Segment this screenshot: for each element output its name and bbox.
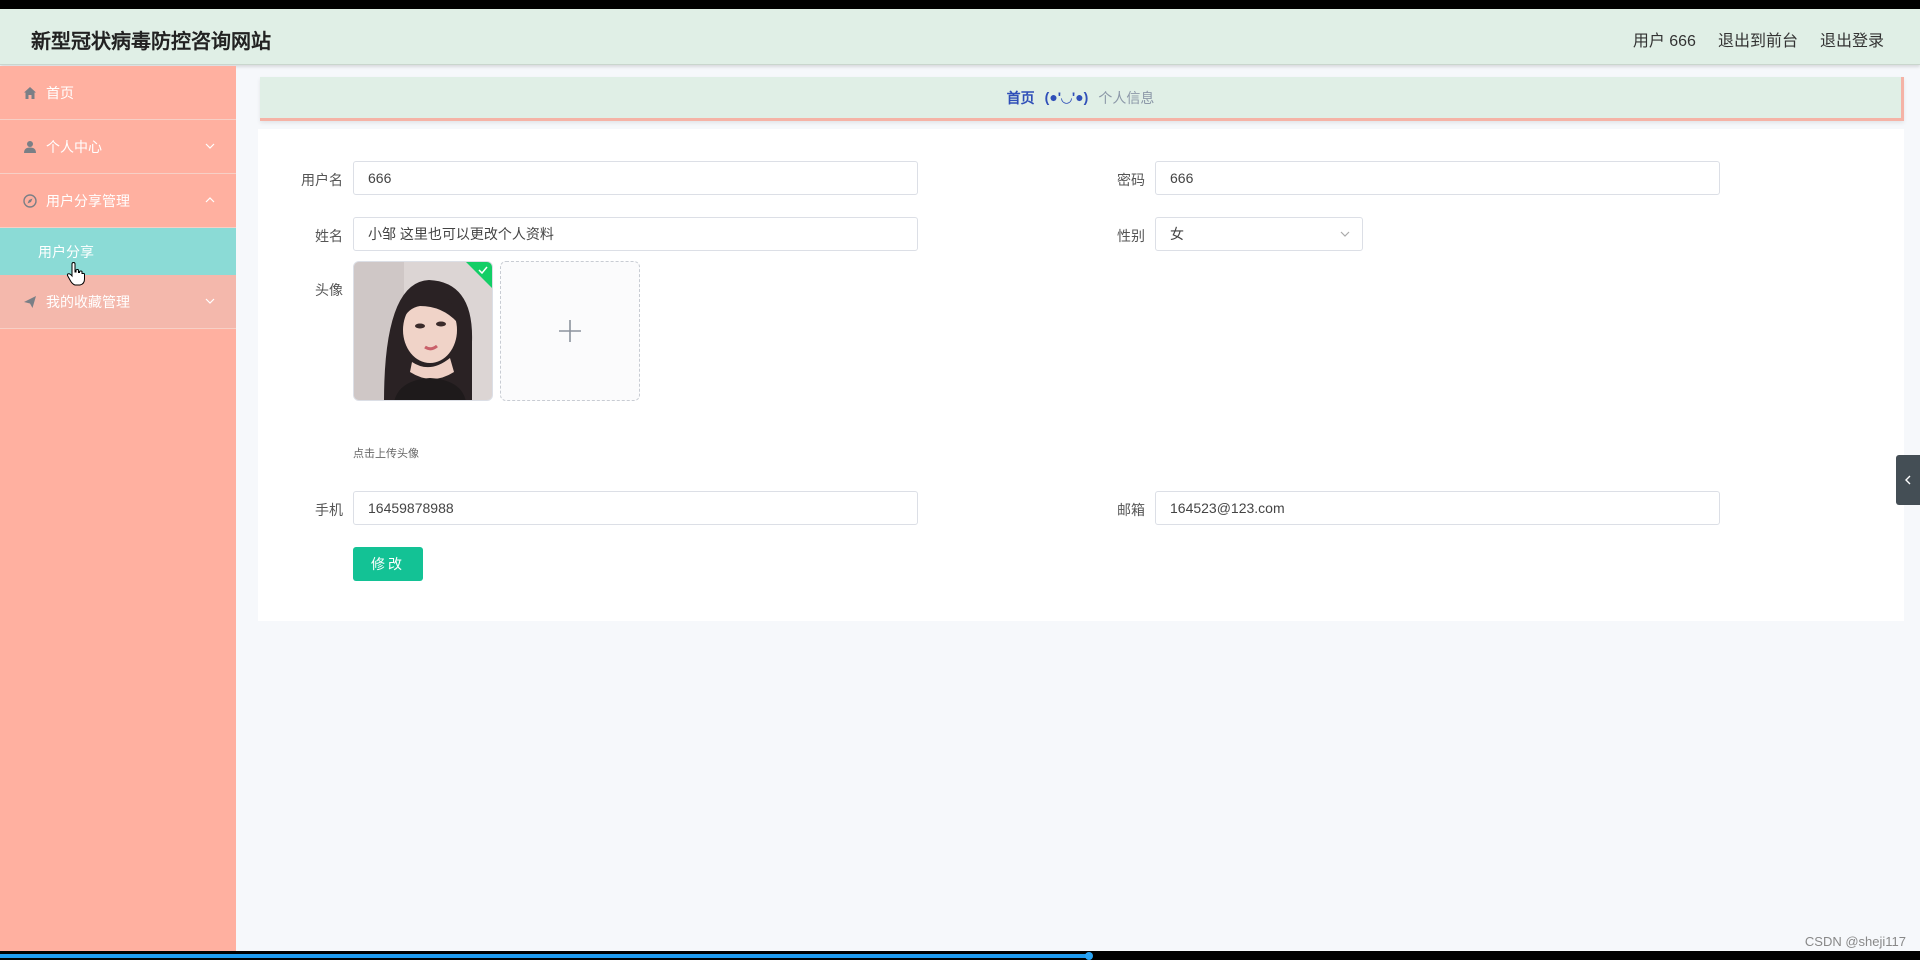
video-progress-bar[interactable] [0,951,1920,960]
profile-form: 用户名 666 密码 666 姓名 小邹 这里也可以更改个人资料 性别 女 头像 [258,129,1904,621]
current-user[interactable]: 用户 666 [1633,27,1696,51]
password-input[interactable]: 666 [1155,161,1720,195]
name-label: 姓名 [315,228,343,244]
phone-input[interactable]: 16459878988 [353,491,918,525]
breadcrumb-current: 个人信息 [1098,89,1155,106]
breadcrumb-home[interactable]: 首页 [1007,88,1035,108]
sidebar-item-profile[interactable]: 个人中心 [0,120,236,174]
logout-link[interactable]: 退出登录 [1820,27,1884,51]
chevron-down-icon [1340,231,1350,237]
send-icon [22,294,38,310]
site-title: 新型冠状病毒防控咨询网站 [31,31,271,53]
app-frame: 新型冠状病毒防控咨询网站 用户 666 退出到前台 退出登录 首页 个人中心 用… [0,9,1920,951]
avatar-label: 头像 [315,282,343,298]
email-input[interactable]: 164523@123.com [1155,491,1720,525]
gender-label: 性别 [1117,228,1145,244]
breadcrumb-separator: (●'◡'●) [1044,89,1089,105]
password-label: 密码 [1117,172,1145,188]
sidebar-item-share-manage[interactable]: 用户分享管理 [0,174,236,228]
sidebar-item-label: 我的收藏管理 [46,293,130,310]
upload-tip: 点击上传头像 [353,448,419,460]
avatar-upload-button[interactable] [500,261,640,401]
gender-value: 女 [1170,226,1184,242]
header-actions: 用户 666 退出到前台 退出登录 [1633,27,1884,51]
video-progress-fill [0,954,1089,958]
sidebar-item-label: 用户分享管理 [46,192,130,209]
username-label: 用户名 [301,172,343,188]
sidebar-subitem-user-share[interactable]: 用户分享 [0,228,236,275]
chevron-up-icon [205,197,215,203]
home-icon [22,85,38,101]
uploaded-check-icon [466,262,492,288]
username-input[interactable]: 666 [353,161,918,195]
top-header: 新型冠状病毒防控咨询网站 用户 666 退出到前台 退出登录 [0,9,1920,65]
back-to-front-link[interactable]: 退出到前台 [1718,27,1798,51]
sidebar-item-label: 用户分享 [38,243,94,260]
email-label: 邮箱 [1117,502,1145,518]
phone-label: 手机 [315,502,343,518]
sidebar-item-label: 首页 [46,84,74,101]
video-progress-knob[interactable] [1084,952,1093,960]
watermark: CSDN @sheji117 [1804,934,1906,949]
chevron-down-icon [205,143,215,149]
chevron-left-icon [1905,475,1911,485]
breadcrumb: 首页 (●'◡'●) 个人信息 [260,77,1904,121]
sidebar-item-favorites-manage[interactable]: 我的收藏管理 [0,275,236,329]
sidebar-item-home[interactable]: 首页 [0,66,236,120]
sidebar-item-label: 个人中心 [46,138,102,155]
name-input[interactable]: 小邹 这里也可以更改个人资料 [353,217,918,251]
chevron-down-icon [205,298,215,304]
compass-icon [22,193,38,209]
submit-button[interactable]: 修改 [353,547,423,581]
user-icon [22,139,38,155]
sidebar: 首页 个人中心 用户分享管理 用户分享 我的收藏管理 [0,66,236,951]
avatar-image[interactable] [353,261,493,401]
side-panel-toggle[interactable] [1896,455,1920,505]
gender-select[interactable]: 女 [1155,217,1363,251]
plus-icon [559,320,581,342]
